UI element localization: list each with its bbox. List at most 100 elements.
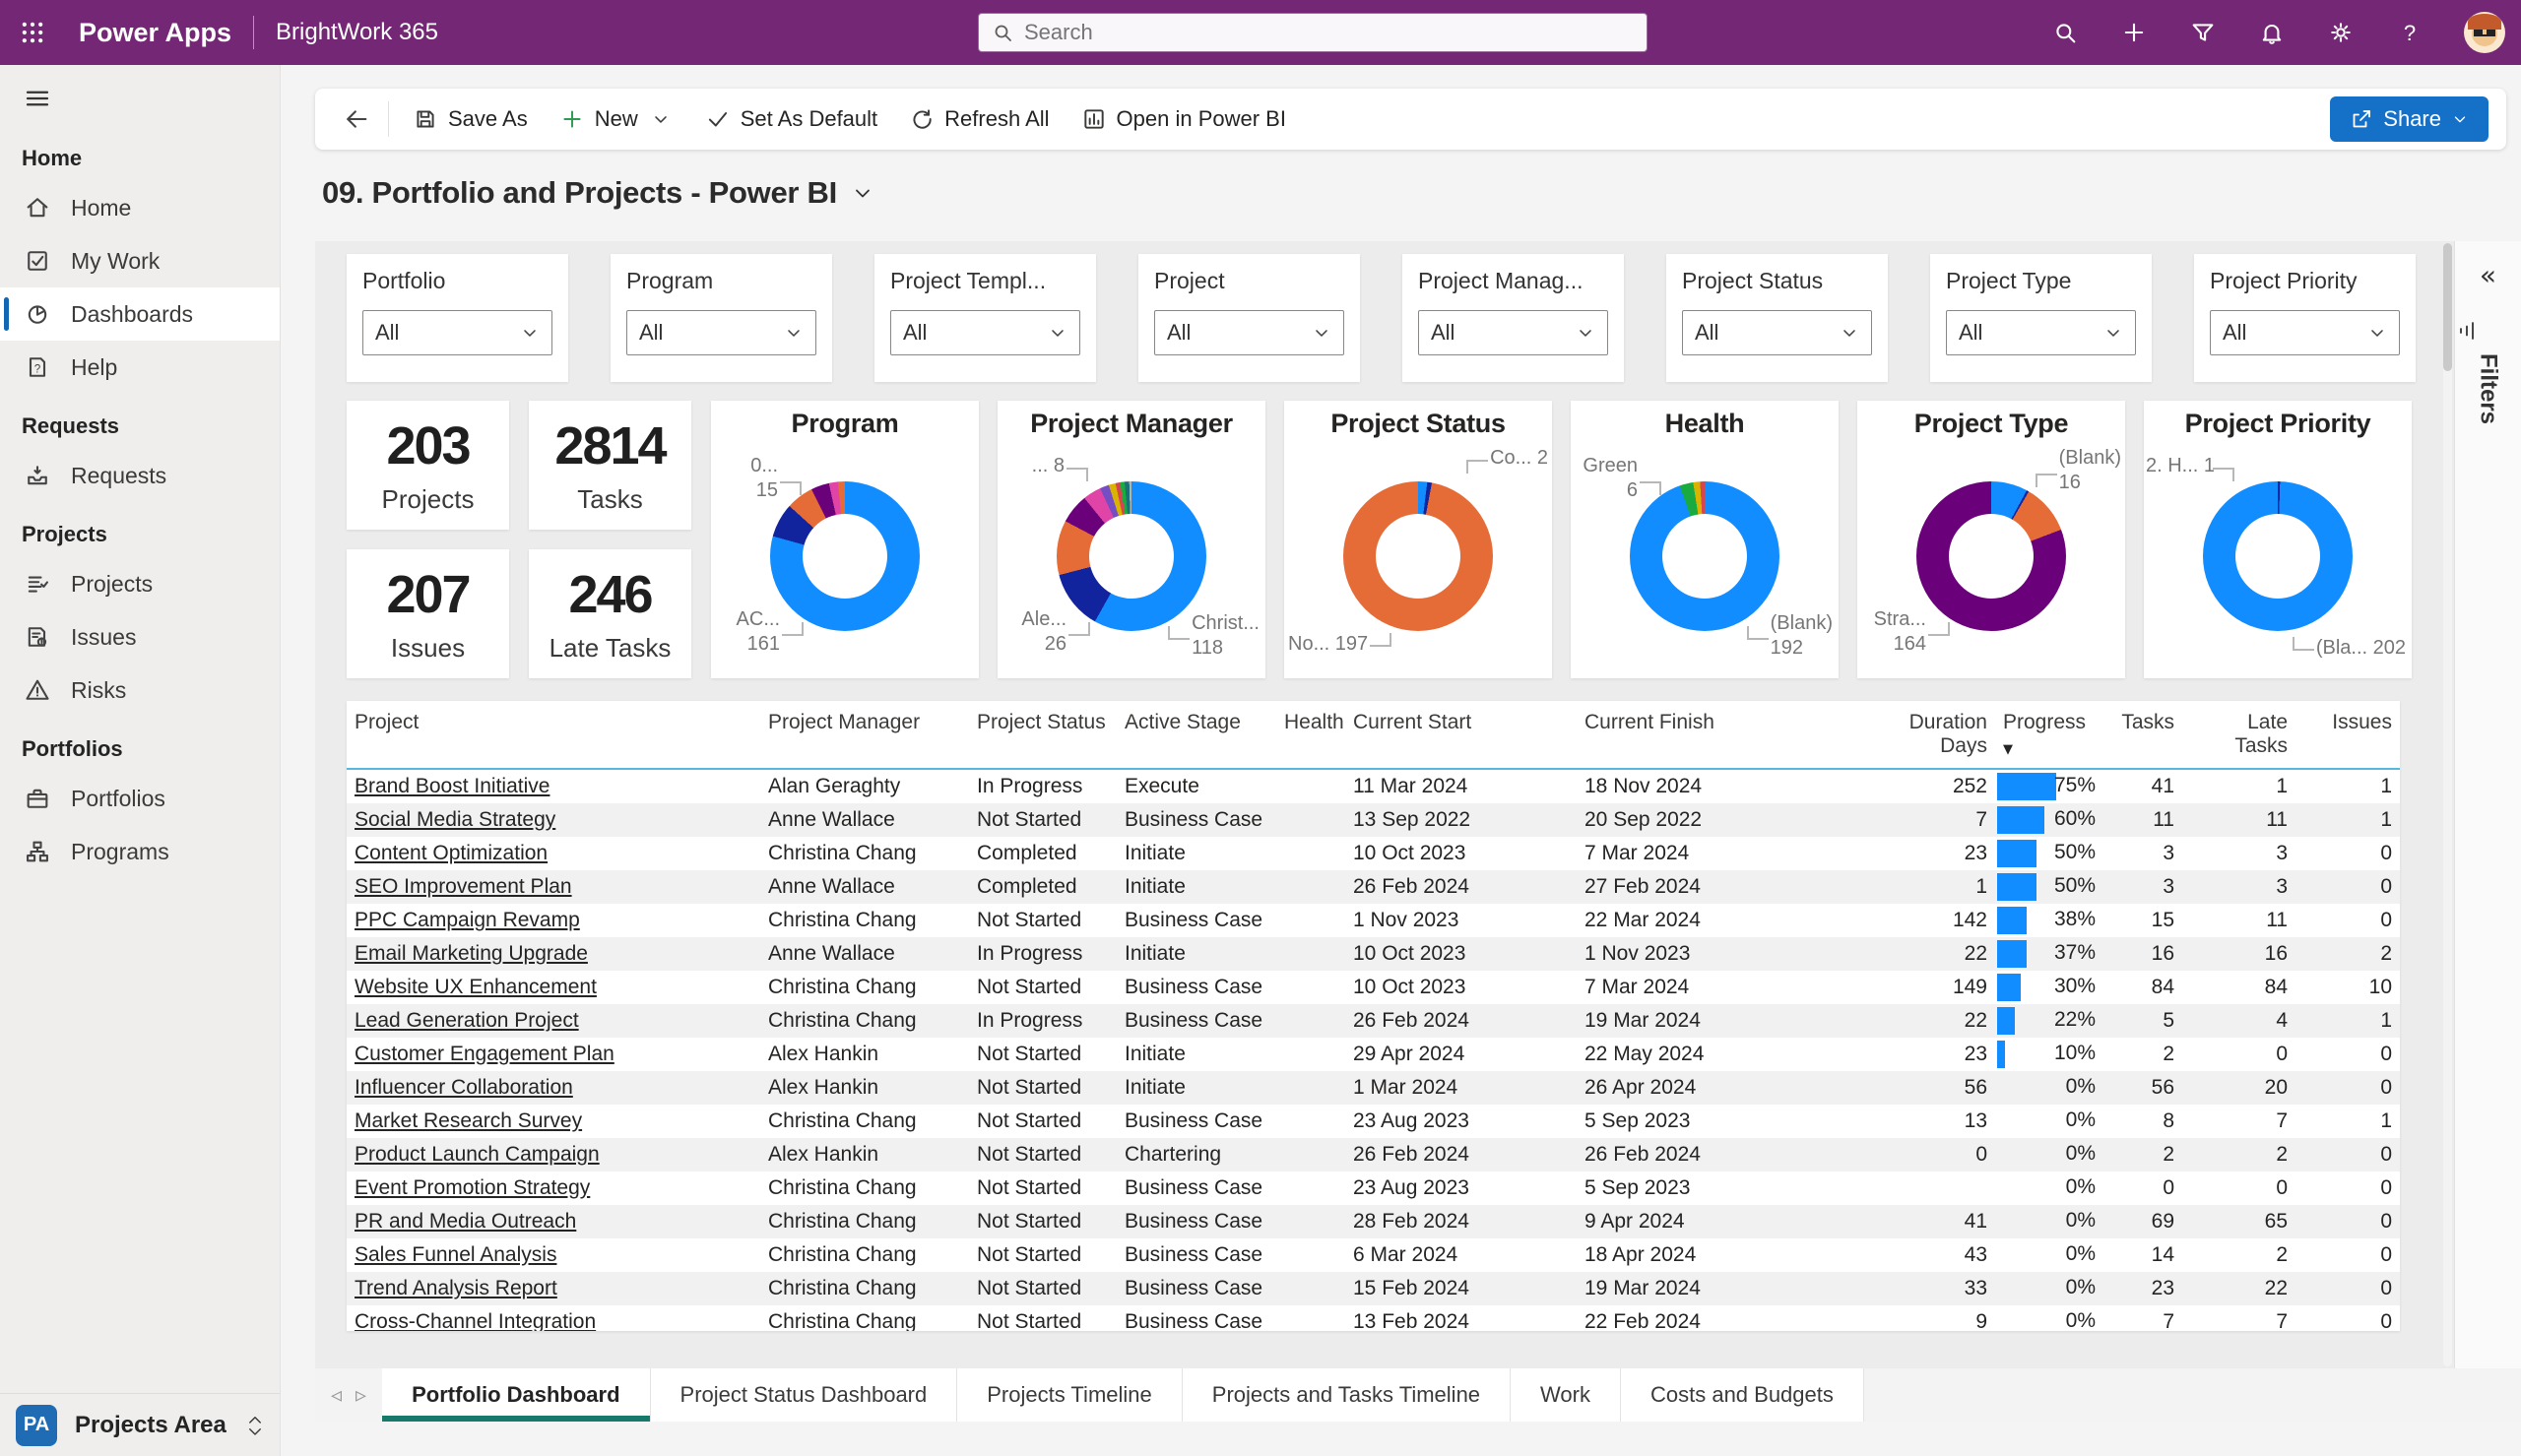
project-link[interactable]: Product Launch Campaign xyxy=(355,1143,600,1166)
project-link[interactable]: Event Promotion Strategy xyxy=(355,1176,590,1199)
donut-ring[interactable] xyxy=(1343,481,1493,631)
filter-icon[interactable] xyxy=(2188,18,2218,47)
table-row[interactable]: Product Launch Campaign Alex Hankin Not St… xyxy=(347,1138,2400,1171)
column-header-progress[interactable]: Progress ▼ xyxy=(1995,707,2113,767)
column-header-late-tasks[interactable]: Late Tasks xyxy=(2182,707,2295,768)
donut-ring[interactable] xyxy=(770,481,920,631)
tab-portfolio-dashboard[interactable]: Portfolio Dashboard xyxy=(382,1368,651,1422)
tab-project-status-dashboard[interactable]: Project Status Dashboard xyxy=(650,1368,958,1422)
table-row[interactable]: Social Media Strategy Anne Wallace Not Sta… xyxy=(347,803,2400,837)
area-switcher[interactable]: PA Projects Area xyxy=(0,1393,280,1456)
share-button[interactable]: Share xyxy=(2330,96,2489,142)
column-header-tasks[interactable]: Tasks xyxy=(2113,707,2182,744)
sidebar-item-portfolios[interactable]: Portfolios xyxy=(0,772,280,825)
project-link[interactable]: PR and Media Outreach xyxy=(355,1210,576,1233)
sidebar-item-help[interactable]: ? Help xyxy=(0,341,280,394)
sidebar-item-home[interactable]: Home xyxy=(0,181,280,234)
tab-costs-and-budgets[interactable]: Costs and Budgets xyxy=(1620,1368,1864,1422)
donut-ring[interactable] xyxy=(1057,481,1206,631)
column-header-project-manager[interactable]: Project Manager xyxy=(760,707,969,744)
table-row[interactable]: PPC Campaign Revamp Christina Chang Not St… xyxy=(347,904,2400,937)
sidebar-item-projects[interactable]: Projects xyxy=(0,557,280,610)
column-header-project-status[interactable]: Project Status xyxy=(969,707,1117,744)
tab-projects-and-tasks-timeline[interactable]: Projects and Tasks Timeline xyxy=(1182,1368,1512,1422)
gear-icon[interactable] xyxy=(2326,18,2356,47)
project-link[interactable]: SEO Improvement Plan xyxy=(355,875,572,898)
slicer-dropdown[interactable]: All xyxy=(362,310,552,355)
slicer-dropdown[interactable]: All xyxy=(1418,310,1608,355)
table-row[interactable]: Email Marketing Upgrade Anne Wallace In Pr… xyxy=(347,937,2400,971)
slicer-dropdown[interactable]: All xyxy=(626,310,816,355)
slicer-dropdown[interactable]: All xyxy=(1946,310,2136,355)
column-header-current-start[interactable]: Current Start xyxy=(1345,707,1577,744)
donut-ring[interactable] xyxy=(2203,481,2353,631)
refresh-all-button[interactable]: Refresh All xyxy=(893,97,1065,141)
project-link[interactable]: Sales Funnel Analysis xyxy=(355,1243,556,1266)
back-button[interactable] xyxy=(333,97,380,141)
sidebar-item-issues[interactable]: Issues xyxy=(0,610,280,664)
sidebar-item-requests[interactable]: Requests xyxy=(0,449,280,502)
project-link[interactable]: Market Research Survey xyxy=(355,1109,582,1132)
donut-ring[interactable] xyxy=(1916,481,2066,631)
tab-prev-arrow[interactable]: ◃ xyxy=(331,1383,342,1408)
table-row[interactable]: Event Promotion Strategy Christina Chang N… xyxy=(347,1171,2400,1205)
slicer-dropdown[interactable]: All xyxy=(2210,310,2400,355)
project-link[interactable]: Email Marketing Upgrade xyxy=(355,942,588,965)
project-link[interactable]: Customer Engagement Plan xyxy=(355,1043,614,1065)
column-header-issues[interactable]: Issues xyxy=(2295,707,2400,744)
project-link[interactable]: Social Media Strategy xyxy=(355,808,555,831)
plus-icon[interactable] xyxy=(2119,18,2149,47)
table-row[interactable]: Customer Engagement Plan Alex Hankin Not S… xyxy=(347,1038,2400,1071)
column-header-duration-days[interactable]: Duration Days xyxy=(1897,707,1995,768)
sidebar-item-my-work[interactable]: My Work xyxy=(0,234,280,287)
save-as-button[interactable]: Save As xyxy=(397,97,544,141)
tab-next-arrow[interactable]: ▹ xyxy=(356,1383,366,1408)
sidebar-item-programs[interactable]: Programs xyxy=(0,825,280,878)
column-header-project[interactable]: Project xyxy=(347,707,760,744)
slicer-dropdown[interactable]: All xyxy=(1682,310,1872,355)
search-icon[interactable] xyxy=(2050,18,2080,47)
table-row[interactable]: Trend Analysis Report Christina Chang Not … xyxy=(347,1272,2400,1305)
avatar[interactable] xyxy=(2464,12,2505,53)
table-row[interactable]: Website UX Enhancement Christina Chang Not… xyxy=(347,971,2400,1004)
project-link[interactable]: PPC Campaign Revamp xyxy=(355,909,580,931)
table-row[interactable]: Lead Generation Project Christina Chang In… xyxy=(347,1004,2400,1038)
scrollbar-thumb[interactable] xyxy=(2443,243,2452,371)
table-row[interactable]: Brand Boost Initiative Alan Geraghty In Pr… xyxy=(347,770,2400,803)
project-link[interactable]: Cross-Channel Integration xyxy=(355,1310,596,1331)
table-row[interactable]: Content Optimization Christina Chang Compl… xyxy=(347,837,2400,870)
project-link[interactable]: Website UX Enhancement xyxy=(355,976,597,998)
set-as-default-button[interactable]: Set As Default xyxy=(689,97,893,141)
waffle-menu-icon[interactable] xyxy=(0,0,65,65)
global-search[interactable] xyxy=(978,13,1648,52)
sidebar-item-dashboards[interactable]: Dashboards xyxy=(0,287,280,341)
donut-ring[interactable] xyxy=(1630,481,1779,631)
project-link[interactable]: Brand Boost Initiative xyxy=(355,775,549,797)
project-link[interactable]: Influencer Collaboration xyxy=(355,1076,573,1099)
project-link[interactable]: Content Optimization xyxy=(355,842,548,864)
column-header-active-stage[interactable]: Active Stage xyxy=(1117,707,1276,744)
tab-projects-timeline[interactable]: Projects Timeline xyxy=(957,1368,1183,1422)
table-row[interactable]: SEO Improvement Plan Anne Wallace Complete… xyxy=(347,870,2400,904)
tab-work[interactable]: Work xyxy=(1511,1368,1621,1422)
new-button[interactable]: New xyxy=(544,97,689,141)
column-header-health[interactable]: Health xyxy=(1276,707,1345,744)
slicer-dropdown[interactable]: All xyxy=(1154,310,1344,355)
hamburger-icon[interactable] xyxy=(8,71,67,126)
project-link[interactable]: Lead Generation Project xyxy=(355,1009,579,1032)
chevron-down-icon[interactable] xyxy=(851,181,874,205)
project-link[interactable]: Trend Analysis Report xyxy=(355,1277,557,1299)
table-row[interactable]: Market Research Survey Christina Chang Not… xyxy=(347,1105,2400,1138)
table-row[interactable]: Sales Funnel Analysis Christina Chang Not … xyxy=(347,1238,2400,1272)
expand-filters-button[interactable]: « xyxy=(2455,259,2521,291)
slicer-dropdown[interactable]: All xyxy=(890,310,1080,355)
sidebar-item-risks[interactable]: Risks xyxy=(0,664,280,717)
help-icon[interactable]: ? xyxy=(2395,18,2424,47)
search-input[interactable] xyxy=(1024,20,1604,45)
open-in-power-bi-button[interactable]: Open in Power BI xyxy=(1066,97,1302,141)
table-row[interactable]: Cross-Channel Integration Christina Chang… xyxy=(347,1305,2400,1331)
table-row[interactable]: Influencer Collaboration Alex Hankin Not S… xyxy=(347,1071,2400,1105)
bell-icon[interactable] xyxy=(2257,18,2287,47)
column-header-current-finish[interactable]: Current Finish xyxy=(1577,707,1897,744)
table-row[interactable]: PR and Media Outreach Christina Chang Not … xyxy=(347,1205,2400,1238)
